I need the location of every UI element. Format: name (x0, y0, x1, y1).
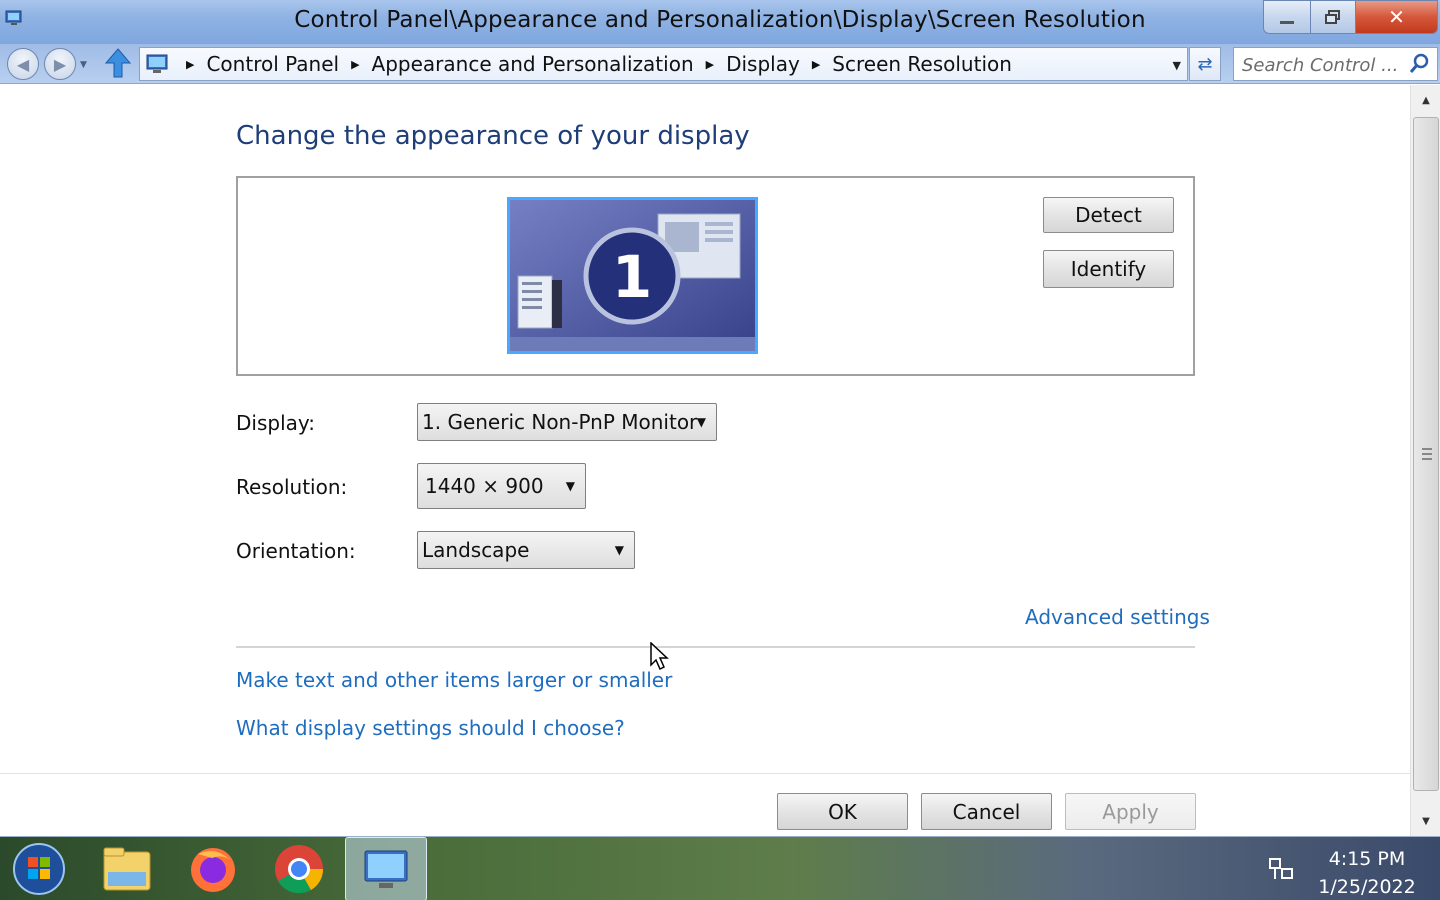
display-select[interactable]: 1. Generic Non-PnP Monitor ▼ (417, 403, 717, 441)
mouse-cursor-icon (650, 642, 669, 671)
window-title: Control Panel\Appearance and Personaliza… (294, 7, 1146, 33)
search-box[interactable] (1233, 47, 1438, 81)
breadcrumb-appearance[interactable]: Appearance and Personalization (372, 52, 694, 76)
monitor-illustration: 1 (510, 200, 755, 351)
advanced-settings-link[interactable]: Advanced settings (1025, 605, 1210, 629)
divider (236, 646, 1195, 648)
back-button[interactable]: ◀ (7, 48, 39, 80)
ok-button[interactable]: OK (777, 793, 908, 830)
breadcrumb-separator-icon[interactable]: ▶ (706, 58, 714, 71)
refresh-button[interactable]: ⇄ (1189, 47, 1221, 81)
breadcrumb-separator-icon[interactable]: ▶ (186, 58, 194, 71)
resolution-select-value: 1440 × 900 (425, 474, 544, 498)
file-explorer-icon[interactable] (100, 842, 154, 896)
taskbar-active-app[interactable] (345, 837, 427, 900)
display-select-value: 1. Generic Non-PnP Monitor (422, 410, 698, 434)
apply-button[interactable]: Apply (1065, 793, 1196, 830)
chevron-down-icon: ▼ (565, 479, 575, 493)
clock[interactable]: 4:15 PM 1/25/2022 (1312, 845, 1422, 900)
scroll-up-icon[interactable]: ▲ (1411, 85, 1440, 115)
start-orb-icon[interactable] (12, 842, 66, 896)
chevron-down-icon: ▼ (696, 415, 706, 429)
resolution-select[interactable]: 1440 × 900 ▼ (417, 463, 586, 509)
minimize-button[interactable] (1263, 0, 1311, 34)
network-icon[interactable] (1268, 857, 1294, 881)
display-preview: 1 Detect Identify (236, 176, 1195, 376)
control-panel-icon (146, 54, 168, 73)
identify-button[interactable]: Identify (1043, 250, 1174, 288)
orientation-select-value: Landscape (422, 538, 530, 562)
close-button[interactable]: ✕ (1355, 0, 1438, 34)
display-label: Display: (236, 411, 316, 435)
text-size-link[interactable]: Make text and other items larger or smal… (236, 668, 672, 692)
close-icon: ✕ (1388, 5, 1405, 29)
resolution-label: Resolution: (236, 475, 348, 499)
forward-button[interactable]: ▶ (44, 48, 76, 80)
scroll-thumb[interactable] (1413, 117, 1439, 791)
footer-divider (0, 773, 1410, 774)
orientation-select[interactable]: Landscape ▼ (417, 531, 635, 569)
breadcrumb-separator-icon[interactable]: ▶ (351, 58, 359, 71)
address-bar[interactable]: ▶ Control Panel ▶ Appearance and Persona… (139, 47, 1188, 81)
orientation-label: Orientation: (236, 539, 356, 563)
detect-button[interactable]: Detect (1043, 197, 1174, 233)
display-help-link[interactable]: What display settings should I choose? (236, 716, 625, 740)
cancel-button[interactable]: Cancel (921, 793, 1052, 830)
navigation-bar: ◀ ▶ ▼ ▶ Control Panel ▶ Appearance and P… (0, 44, 1440, 84)
control-panel-icon (364, 850, 408, 888)
clock-time: 4:15 PM (1328, 848, 1406, 870)
grip-icon (1422, 448, 1432, 460)
breadcrumb-separator-icon[interactable]: ▶ (812, 58, 820, 71)
scroll-down-icon[interactable]: ▼ (1411, 806, 1440, 836)
search-input[interactable] (1242, 52, 1407, 78)
breadcrumb-control-panel[interactable]: Control Panel (206, 52, 339, 76)
page-heading: Change the appearance of your display (236, 121, 750, 151)
chevron-down-icon: ▼ (614, 543, 624, 557)
up-arrow-icon[interactable] (104, 47, 132, 79)
restore-icon (1325, 10, 1340, 24)
title-bar: Control Panel\Appearance and Personaliza… (0, 0, 1440, 44)
firefox-icon[interactable] (186, 842, 240, 896)
breadcrumb-screen-resolution[interactable]: Screen Resolution (832, 52, 1012, 76)
minimize-icon (1280, 20, 1294, 24)
monitor-number-label: 1 (612, 243, 652, 311)
recent-pages-dropdown-icon[interactable]: ▼ (80, 60, 87, 70)
forward-arrow-icon: ▶ (53, 54, 67, 74)
breadcrumb-display[interactable]: Display (726, 52, 800, 76)
address-dropdown-icon[interactable]: ▼ (1173, 59, 1181, 72)
refresh-icon: ⇄ (1197, 53, 1213, 75)
search-icon[interactable] (1409, 53, 1429, 75)
vertical-scrollbar[interactable]: ▲ ▼ (1410, 85, 1440, 836)
taskbar: 4:15 PM 1/25/2022 (0, 836, 1440, 900)
clock-date: 1/25/2022 (1318, 876, 1416, 898)
back-arrow-icon: ◀ (16, 54, 30, 74)
monitor-thumbnail[interactable]: 1 (507, 197, 758, 354)
restore-button[interactable] (1310, 0, 1356, 34)
content-area: Change the appearance of your display 1 … (0, 85, 1410, 836)
chrome-icon[interactable] (272, 842, 326, 896)
